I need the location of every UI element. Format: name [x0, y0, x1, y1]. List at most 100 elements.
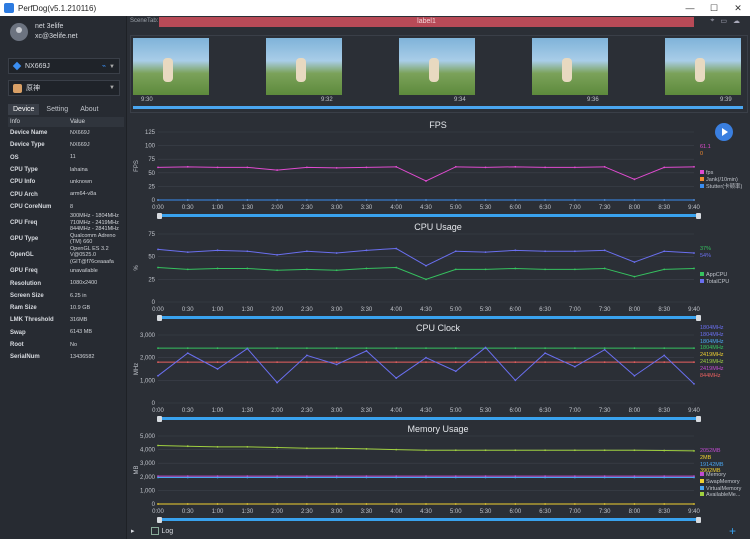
tab-about[interactable]: About [75, 104, 103, 115]
legend-item[interactable]: Stutter(卡顿率) [700, 183, 742, 191]
screenshot-thumbnail[interactable] [133, 38, 209, 95]
screenshot-thumbnail[interactable] [665, 38, 741, 95]
y-tick-label: 1,000 [140, 488, 156, 494]
data-point [395, 165, 398, 168]
scrollbar-handle-left[interactable] [157, 212, 162, 219]
data-point [276, 169, 279, 171]
app-dropdown[interactable]: 原神 ▼ [8, 80, 120, 96]
cloud-icon[interactable]: ☁ [733, 17, 740, 25]
scrollbar-handle-left[interactable] [157, 516, 162, 523]
add-icon[interactable]: + [729, 524, 736, 538]
screenshot-thumbnail[interactable] [532, 38, 608, 95]
minimize-button[interactable]: — [678, 3, 702, 14]
location-icon[interactable]: ⌖ [710, 17, 714, 25]
x-tick-label: 3:30 [361, 408, 373, 414]
info-header-value: Value [70, 119, 85, 125]
data-point [186, 251, 189, 254]
legend-item[interactable]: TotalCPU [700, 278, 729, 286]
x-tick-label: 3:30 [361, 307, 373, 313]
data-point [573, 250, 576, 253]
thumbnail-time: 9:30 [141, 97, 153, 103]
x-tick-label: 8:30 [658, 205, 670, 211]
legend-swatch [700, 176, 704, 181]
screenshot-thumbnail[interactable] [266, 38, 342, 95]
close-button[interactable]: ✕ [726, 3, 750, 14]
series-line [157, 346, 695, 385]
x-tick-label: 5:30 [480, 408, 492, 414]
info-value: 11 [70, 154, 76, 161]
legend-item[interactable]: Memory [700, 472, 741, 479]
device-dropdown[interactable]: NX669J ⌁ ▼ [8, 58, 120, 74]
data-point [246, 361, 249, 364]
timeline-scrollbar[interactable] [160, 518, 698, 521]
legend-item[interactable]: fps [700, 170, 742, 177]
data-point [276, 361, 279, 364]
x-tick-label: 4:30 [420, 509, 432, 515]
device-icon [12, 61, 22, 71]
legend-item[interactable]: AvailableMe... [700, 492, 741, 499]
data-point [454, 347, 457, 350]
legend-item[interactable]: VirtualMemory [700, 485, 741, 493]
data-point [186, 445, 189, 448]
series-line [157, 247, 695, 267]
legend-item[interactable]: SwapMemory [700, 478, 741, 486]
timeline-scrollbar[interactable] [160, 316, 698, 319]
data-point [514, 199, 517, 201]
data-point [544, 250, 547, 253]
data-point [633, 374, 636, 377]
data-point [335, 269, 338, 272]
data-point [365, 199, 368, 201]
data-point [216, 267, 219, 270]
scrollbar-handle-right[interactable] [696, 314, 701, 321]
thumbnail-scrollbar[interactable] [133, 106, 743, 109]
data-point [395, 448, 398, 451]
current-value: 61.1 [700, 144, 711, 150]
timeline-scrollbar[interactable] [160, 214, 698, 217]
data-point [544, 268, 547, 271]
play-button[interactable] [715, 123, 733, 141]
x-tick-label: 2:30 [301, 509, 313, 515]
legend-label: AppCPU [706, 272, 728, 278]
info-key: Device Type [10, 142, 45, 149]
x-tick-label: 0:30 [182, 205, 194, 211]
tab-device[interactable]: Device [8, 104, 40, 115]
app-icon [13, 83, 22, 93]
scrollbar-handle-right[interactable] [696, 212, 701, 219]
scrollbar-handle-left[interactable] [157, 415, 162, 422]
expand-icon[interactable]: ▸ [131, 527, 135, 535]
data-point [633, 361, 636, 364]
sidebar-tabs: Device Setting About [8, 104, 106, 115]
data-point [663, 347, 666, 350]
data-point [157, 248, 159, 251]
chart-3: Memory Usage 5,000 4,000 3,000 2,000 1,000 0 MB… [130, 422, 746, 523]
maximize-button[interactable]: ☐ [702, 3, 726, 14]
data-point [425, 503, 427, 505]
y-tick-label: 100 [145, 144, 156, 150]
folder-icon[interactable]: ▭ [720, 17, 727, 25]
legend-item[interactable]: Jank(/10min) [700, 176, 742, 184]
screenshot-thumbnail[interactable] [399, 38, 475, 95]
avatar[interactable] [10, 23, 28, 41]
scene-label-bar[interactable]: label1 [159, 17, 694, 27]
data-point [186, 199, 189, 201]
scrollbar-handle-right[interactable] [696, 516, 701, 523]
scrollbar-handle-right[interactable] [696, 415, 701, 422]
data-point [186, 268, 189, 271]
data-point [186, 165, 189, 168]
info-row: Ram Size 10.9 GB [8, 302, 124, 314]
data-point [663, 503, 666, 505]
data-point [454, 268, 457, 271]
data-point [693, 199, 695, 201]
data-point [365, 476, 368, 479]
scrollbar-handle-left[interactable] [157, 314, 162, 321]
legend-item[interactable]: AppCPU [700, 272, 729, 279]
log-checkbox[interactable] [150, 527, 159, 535]
legend-swatch [700, 478, 704, 483]
timeline-scrollbar[interactable] [160, 417, 698, 420]
scene-tab-label: SceneTab: [130, 18, 159, 24]
user-profile[interactable]: net 3elife xc@3elife.net [10, 22, 78, 42]
series-line [157, 166, 695, 182]
info-value: 6143 MB [70, 329, 93, 336]
legend-label: Memory [706, 472, 726, 478]
tab-setting[interactable]: Setting [41, 104, 73, 115]
